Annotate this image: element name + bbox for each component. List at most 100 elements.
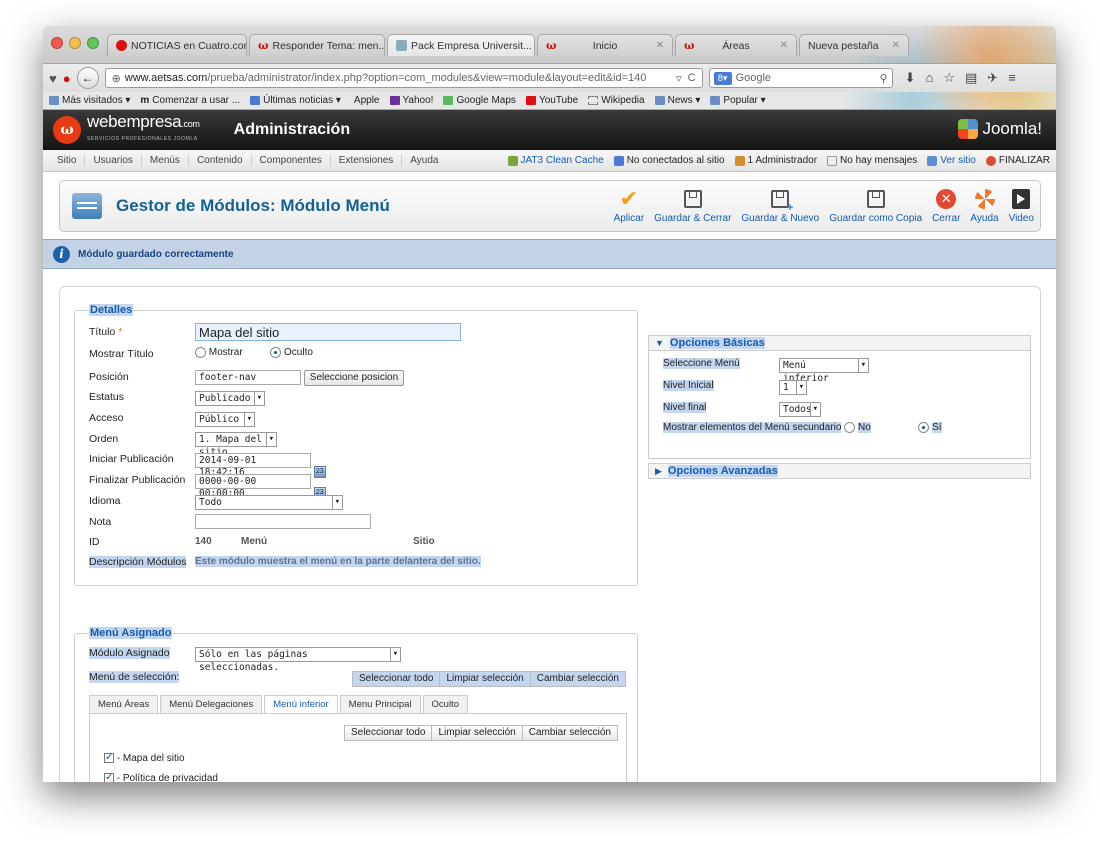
maximize-window-button[interactable]	[87, 37, 99, 49]
bookmark-news[interactable]: News ▾	[654, 95, 700, 106]
expand-down-icon: ▼	[655, 338, 664, 348]
tab-menu-principal[interactable]: Menu Principal	[339, 695, 421, 713]
bookmark-youtube[interactable]: YouTube	[525, 95, 578, 106]
inner-select-all-button[interactable]: Seleccionar todo	[343, 725, 433, 741]
help-button[interactable]: Ayuda	[970, 187, 999, 224]
order-select[interactable]: 1. Mapa del sitio	[195, 432, 277, 458]
menu-tabs: Menú Áreas Menú Delegaciones Menú inferi…	[89, 695, 468, 713]
clear-selection-button[interactable]: Limpiar selección	[439, 671, 531, 687]
access-select[interactable]: Público	[195, 412, 255, 427]
google-icon[interactable]: 8▾	[713, 71, 732, 85]
video-button[interactable]: Video	[1009, 187, 1034, 224]
basic-options-header[interactable]: ▼ Opciones Básicas	[648, 335, 1031, 351]
checkbox-checked[interactable]: ✓	[104, 753, 114, 764]
folder-icon	[654, 96, 665, 105]
bookmark-mas-visitados[interactable]: Más visitados ▾	[49, 95, 130, 106]
heart-icon[interactable]: ♥	[49, 71, 57, 86]
menu-item-extensiones[interactable]: Extensiones	[331, 155, 403, 166]
show-submenu-yes-radio[interactable]	[918, 422, 930, 433]
tab-menu-delegaciones[interactable]: Menú Delegaciones	[160, 695, 263, 713]
browser-tab-nueva[interactable]: Nueva pestaña ✕	[799, 34, 909, 56]
bookmark-ultimas-noticias[interactable]: Últimas noticias ▾	[250, 95, 341, 106]
menu-item-usuarios[interactable]: Usuarios	[85, 155, 142, 166]
nav-tools: ⬇ ⌂ ☆ ▤ ✈ ≡	[905, 70, 1016, 86]
tab-menu-inferior[interactable]: Menú inferior	[264, 695, 338, 713]
close-window-button[interactable]	[51, 37, 63, 49]
address-bar[interactable]: ⊕ www.aetsas.com/prueba/administrator/in…	[104, 68, 703, 88]
download-icon[interactable]: ⬇	[905, 70, 916, 86]
inner-clear-selection-button[interactable]: Limpiar selección	[431, 725, 523, 741]
tab-close-icon[interactable]: ✕	[892, 40, 900, 51]
end-publish-label: Finalizar Publicación	[89, 474, 186, 486]
save-copy-button[interactable]: Guardar como Copia	[829, 187, 922, 224]
title-input[interactable]: Mapa del sitio	[195, 323, 461, 341]
menu-item-contenido[interactable]: Contenido	[189, 155, 252, 166]
cache-icon	[507, 155, 518, 166]
note-input[interactable]	[195, 514, 371, 529]
module-assignment-select[interactable]: Sólo en las páginas seleccionadas.	[195, 647, 401, 673]
save-close-button[interactable]: Guardar & Cerrar	[654, 187, 731, 224]
tab-close-icon[interactable]: ✕	[780, 40, 788, 51]
bookmark-popular[interactable]: Popular ▾	[710, 95, 766, 106]
browser-tab-areas[interactable]: ω Áreas ✕	[675, 34, 797, 56]
menu-item-menus[interactable]: Menús	[142, 155, 189, 166]
home-icon[interactable]: ⌂	[925, 70, 933, 86]
menu-icon[interactable]: ≡	[1008, 70, 1016, 86]
browser-tab-noticias[interactable]: NOTICIAS en Cuatro.com✕	[107, 34, 247, 56]
start-publish-input[interactable]: 2014-09-01 18:42:16	[195, 453, 311, 478]
bookmark-icon[interactable]: ▤	[965, 70, 977, 86]
show-submenu-no-radio[interactable]	[844, 422, 856, 433]
bookmark-comenzar[interactable]: m Comenzar a usar ...	[140, 95, 240, 106]
clean-cache-link[interactable]: JAT3 Clean Cache	[507, 155, 604, 166]
select-all-button[interactable]: Seleccionar todo	[351, 671, 441, 687]
status-select[interactable]: Publicado	[195, 391, 265, 406]
tab-menu-areas[interactable]: Menú Áreas	[89, 695, 159, 713]
menu-item-sitio[interactable]: Sitio	[49, 155, 86, 166]
start-level-select[interactable]: 1	[779, 380, 807, 395]
back-button[interactable]: ←	[76, 67, 99, 89]
record-icon[interactable]: ●	[63, 71, 71, 86]
language-select[interactable]: Todo	[195, 495, 343, 510]
browser-tab-inicio[interactable]: ω Inicio ✕	[537, 34, 673, 56]
advanced-options-header[interactable]: ▶ Opciones Avanzadas	[648, 463, 1031, 479]
expand-right-icon: ▶	[655, 465, 662, 476]
search-icon[interactable]: ⚲	[880, 72, 888, 85]
browser-tab-responder[interactable]: ωResponder Tema: men...✕	[249, 34, 385, 56]
menu-item-ayuda[interactable]: Ayuda	[402, 155, 446, 166]
save-new-button[interactable]: Guardar & Nuevo	[741, 187, 819, 224]
dropdown-arrow-icon[interactable]: ▿	[676, 72, 682, 85]
menu-item-componentes[interactable]: Componentes	[252, 155, 331, 166]
view-site-link[interactable]: Ver sitio	[927, 155, 976, 166]
details-legend: Detalles	[89, 304, 134, 316]
bookmark-apple[interactable]: Apple	[351, 95, 380, 106]
webempresa-logo[interactable]: webempresa.com SERVICIOS PROFESIONALES JO…	[87, 113, 200, 147]
search-bar[interactable]: 8▾ Google ⚲	[708, 68, 893, 88]
logout-link[interactable]: FINALIZAR	[985, 155, 1050, 166]
hide-title-radio[interactable]	[270, 347, 282, 358]
star-icon[interactable]: ☆	[943, 70, 955, 86]
bookmark-yahoo[interactable]: Yahoo!	[389, 95, 433, 106]
inner-selection-actions: Seleccionar todo Limpiar selección Cambi…	[343, 725, 618, 741]
toggle-selection-button[interactable]: Cambiar selección	[529, 671, 626, 687]
bookmark-google-maps[interactable]: Google Maps	[443, 95, 516, 106]
tab-oculto[interactable]: Oculto	[422, 695, 468, 713]
end-level-select[interactable]: Todos	[779, 402, 821, 417]
bookmark-wikipedia[interactable]: Wikipedia	[588, 95, 645, 106]
checkbox-checked[interactable]: ✓	[104, 773, 114, 782]
close-button[interactable]: ✕ Cerrar	[932, 187, 960, 224]
select-menu-select[interactable]: Menú inferior	[779, 358, 869, 384]
reload-icon[interactable]: C	[688, 72, 696, 84]
browser-tab-pack-empresa[interactable]: Pack Empresa Universit...✕	[387, 34, 535, 56]
end-publish-input[interactable]: 0000-00-00 00:00:00	[195, 474, 311, 499]
select-position-button[interactable]: Seleccione posicion	[303, 370, 405, 386]
position-input[interactable]: footer-nav	[195, 370, 301, 385]
system-message: i Módulo guardado correctamente	[43, 239, 1056, 269]
show-title-radio[interactable]	[195, 347, 206, 358]
messages-status[interactable]: No hay mensajes	[827, 155, 917, 166]
inner-toggle-selection-button[interactable]: Cambiar selección	[521, 725, 618, 741]
tab-close-icon[interactable]: ✕	[656, 40, 664, 51]
minimize-window-button[interactable]	[69, 37, 81, 49]
extension-icon[interactable]: ✈	[987, 70, 998, 86]
users-icon	[613, 155, 624, 166]
apply-button[interactable]: ✔ Aplicar	[614, 186, 645, 224]
